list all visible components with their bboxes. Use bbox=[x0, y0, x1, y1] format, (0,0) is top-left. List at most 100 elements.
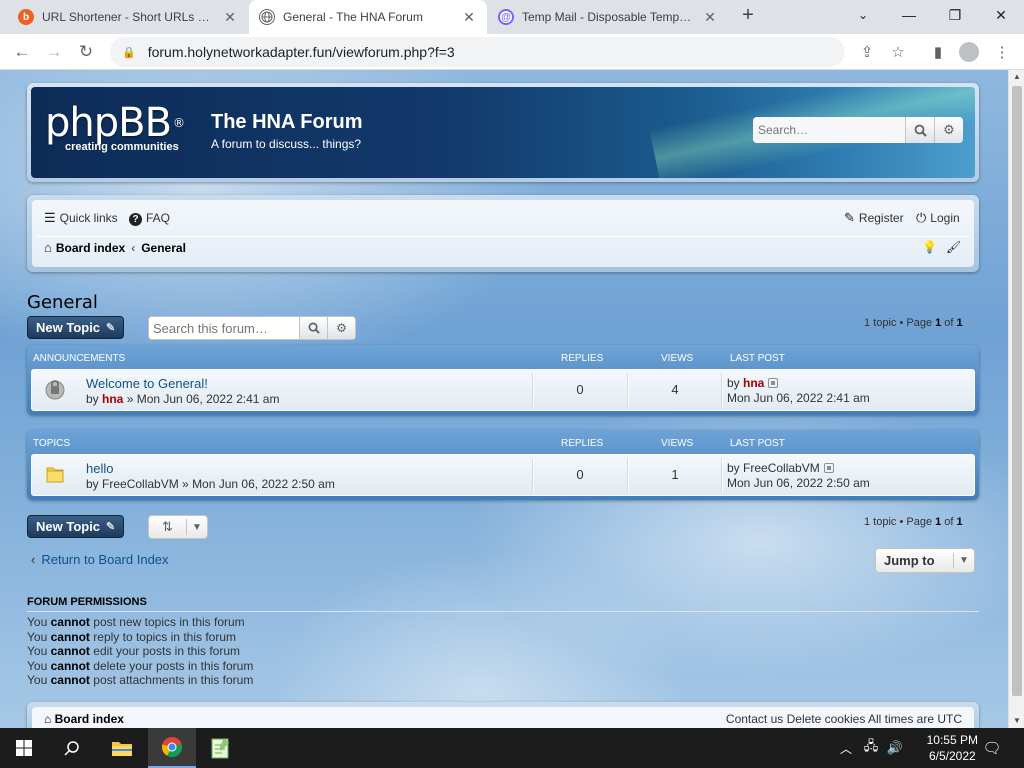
breadcrumb: ⌂ Board index ‹ General bbox=[44, 240, 186, 255]
power-icon: ⏻ bbox=[916, 210, 927, 225]
announcement-row[interactable]: Welcome to General! by hna » Mon Jun 06,… bbox=[31, 369, 975, 411]
sort-options-dropdown[interactable]: ⇅ ▼ bbox=[148, 515, 208, 539]
last-author-link[interactable]: FreeCollabVM bbox=[743, 461, 820, 475]
close-tab-icon[interactable]: ✕ bbox=[461, 9, 477, 26]
edit-square-icon: ✎ bbox=[844, 210, 855, 225]
forum-title[interactable]: General bbox=[27, 292, 98, 313]
site-title[interactable]: The HNA Forum bbox=[211, 111, 362, 134]
phpbb-logo[interactable]: phpBB ® creating communities bbox=[45, 101, 185, 153]
menu-kebab-icon[interactable]: ⋮ bbox=[990, 40, 1014, 64]
chevron-up-icon[interactable]: ︿ bbox=[836, 728, 856, 768]
column-separator bbox=[533, 458, 534, 492]
register-link[interactable]: ✎ Register bbox=[844, 210, 904, 226]
clock-time: 10:55 PM bbox=[926, 733, 978, 747]
view-latest-post-icon[interactable] bbox=[768, 377, 779, 388]
site-description: A forum to discuss... things? bbox=[211, 137, 362, 151]
faq-label: FAQ bbox=[146, 211, 171, 225]
last-author-link[interactable]: hna bbox=[743, 376, 764, 390]
windows-start-icon[interactable] bbox=[0, 728, 48, 768]
topic-title-link[interactable]: Welcome to General! bbox=[86, 376, 208, 391]
topic-title-link[interactable]: hello bbox=[86, 461, 113, 476]
notepad-plus-icon[interactable] bbox=[196, 728, 244, 768]
quick-links-label: Quick links bbox=[59, 211, 118, 225]
new-tab-button[interactable]: + bbox=[733, 0, 763, 30]
bookmark-star-icon[interactable]: ☆ bbox=[886, 40, 910, 64]
col-replies: REPLIES bbox=[561, 353, 604, 364]
return-to-board-index-link[interactable]: ‹ Return to Board Index bbox=[31, 552, 169, 567]
chrome-icon[interactable] bbox=[148, 728, 196, 768]
volume-icon[interactable]: 🔊 bbox=[884, 728, 906, 768]
forum-search-input[interactable] bbox=[149, 317, 299, 339]
last-post-date: Mon Jun 06, 2022 2:41 am bbox=[727, 391, 870, 405]
register-label: Register bbox=[858, 211, 904, 225]
chevron-down-icon: ▼ bbox=[959, 555, 969, 566]
page-of: of bbox=[941, 317, 957, 329]
return-label: Return to Board Index bbox=[41, 552, 169, 567]
address-bar[interactable]: 🔒 forum.holynetworkadapter.fun/viewforum… bbox=[110, 37, 845, 67]
column-separator bbox=[628, 373, 629, 407]
tab-title: General - The HNA Forum bbox=[283, 10, 423, 24]
author-link[interactable]: FreeCollabVM bbox=[102, 477, 179, 491]
header-search-input[interactable] bbox=[753, 117, 905, 143]
separator: » bbox=[123, 392, 137, 406]
permission-line: You cannot reply to topics in this forum bbox=[27, 629, 236, 644]
quick-links-menu[interactable]: ☰ Quick links bbox=[44, 210, 118, 226]
file-explorer-icon[interactable] bbox=[98, 728, 146, 768]
network-icon[interactable]: 🖧 bbox=[860, 728, 882, 768]
taskbar-clock[interactable]: 10:55 PM 6/5/2022 bbox=[927, 732, 978, 764]
profile-avatar-icon[interactable] bbox=[957, 40, 981, 64]
view-latest-post-icon[interactable] bbox=[823, 462, 834, 473]
jump-to-label: Jump to bbox=[876, 553, 954, 568]
faq-link[interactable]: ? FAQ bbox=[129, 210, 170, 226]
last-post-author: by FreeCollabVM bbox=[727, 461, 834, 475]
home-icon: ⌂ bbox=[44, 712, 55, 726]
notification-center-icon[interactable]: 🗨 bbox=[978, 728, 1006, 768]
forward-icon[interactable]: → bbox=[40, 38, 68, 66]
topics-header: TOPICS REPLIES VIEWS LAST POST bbox=[31, 434, 975, 454]
by-label: by bbox=[86, 477, 103, 491]
last-post-author: by hna bbox=[727, 376, 779, 390]
question-circle-icon: ? bbox=[129, 210, 142, 226]
topics-heading: TOPICS bbox=[33, 438, 71, 449]
author-link[interactable]: hna bbox=[102, 392, 123, 406]
search-icon[interactable] bbox=[905, 117, 934, 143]
reload-icon[interactable]: ↻ bbox=[72, 38, 100, 66]
close-window-button[interactable]: ✕ bbox=[978, 0, 1024, 30]
login-link[interactable]: ⏻ Login bbox=[916, 210, 960, 226]
scroll-up-arrow-icon[interactable]: ▲ bbox=[1009, 70, 1024, 84]
new-topic-button[interactable]: New Topic ✎ bbox=[27, 316, 125, 339]
page-scrollbar[interactable]: ▲ ▼ bbox=[1008, 70, 1024, 728]
topic-count: 1 topic • Page bbox=[864, 317, 936, 329]
back-icon[interactable]: ← bbox=[8, 38, 36, 66]
scroll-down-arrow-icon[interactable]: ▼ bbox=[1009, 714, 1024, 728]
search-icon[interactable] bbox=[48, 728, 96, 768]
lock-icon[interactable]: 🔒 bbox=[122, 46, 136, 59]
lightbulb-icon[interactable]: 💡 bbox=[922, 240, 937, 254]
footer-board-index-link[interactable]: ⌂ Board index bbox=[44, 712, 124, 726]
close-tab-icon[interactable]: ✕ bbox=[222, 9, 238, 26]
new-topic-button-bottom[interactable]: New Topic ✎ bbox=[27, 515, 125, 538]
breadcrumb-board-index[interactable]: Board index bbox=[56, 241, 125, 255]
by-label: by bbox=[86, 392, 103, 406]
browser-tab-hna-forum[interactable]: General - The HNA Forum ✕ bbox=[249, 0, 487, 34]
browser-tab-temp-mail[interactable]: @ Temp Mail - Disposable Tempora ✕ bbox=[488, 0, 728, 34]
restore-button[interactable]: ❐ bbox=[932, 0, 978, 30]
announcements-heading: ANNOUNCEMENTS bbox=[33, 353, 126, 364]
tab-search-icon[interactable]: ⌄ bbox=[840, 0, 886, 30]
minimize-button[interactable]: — bbox=[886, 0, 932, 30]
scrollbar-thumb[interactable] bbox=[1012, 86, 1022, 696]
footer-links[interactable]: Contact us Delete cookies All times are … bbox=[726, 712, 962, 726]
paintbrush-icon[interactable]: 🖌 bbox=[946, 240, 961, 254]
breadcrumb-general[interactable]: General bbox=[141, 241, 186, 255]
jump-to-dropdown[interactable]: Jump to ▼ bbox=[875, 548, 975, 573]
advanced-search-gear-icon[interactable]: ⚙ bbox=[934, 117, 963, 143]
close-tab-icon[interactable]: ✕ bbox=[702, 9, 718, 26]
browser-tab-url-shortener[interactable]: b URL Shortener - Short URLs & Cu ✕ bbox=[8, 0, 248, 34]
chevron-down-icon: ▼ bbox=[192, 521, 202, 533]
share-icon[interactable]: ⇪ bbox=[855, 40, 879, 64]
topic-row[interactable]: hello by FreeCollabVM » Mon Jun 06, 2022… bbox=[31, 454, 975, 496]
side-panel-icon[interactable]: ▮ bbox=[926, 40, 950, 64]
pagination-top: 1 topic • Page 1 of 1 bbox=[864, 317, 963, 329]
search-icon[interactable] bbox=[299, 317, 327, 339]
gear-icon[interactable]: ⚙ bbox=[327, 317, 355, 339]
